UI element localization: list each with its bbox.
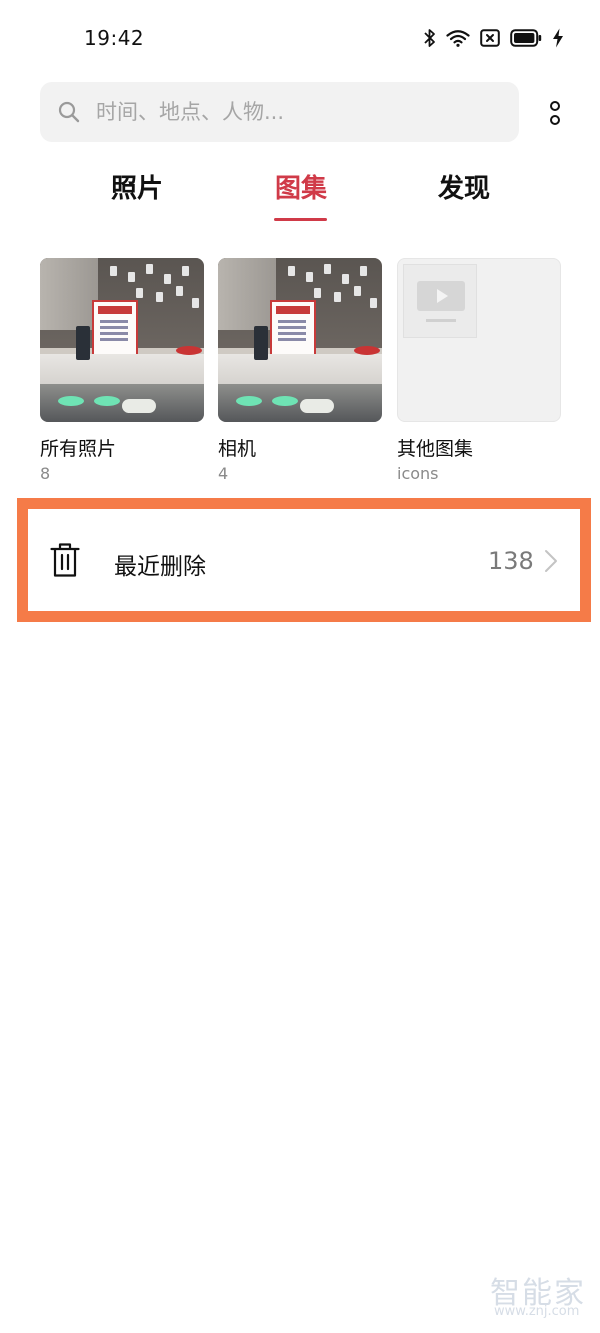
- more-options-button[interactable]: [540, 96, 570, 130]
- album-name: 其他图集: [397, 438, 474, 460]
- album-camera[interactable]: 相机 4: [218, 258, 382, 483]
- wifi-icon: [446, 30, 470, 47]
- status-bar: 19:42: [0, 0, 600, 76]
- album-cover-thumbnail: [40, 258, 204, 422]
- search-bar[interactable]: [40, 82, 519, 142]
- status-icons: [424, 26, 564, 50]
- recently-deleted-label: 最近删除: [114, 554, 206, 580]
- video-placeholder-icon: [403, 264, 477, 338]
- album-all-photos[interactable]: 所有照片 8: [40, 258, 204, 483]
- more-dot-icon: [550, 115, 560, 125]
- album-count: 8: [40, 464, 51, 483]
- search-input[interactable]: [96, 82, 496, 142]
- more-dot-icon: [550, 101, 560, 111]
- album-count: icons: [397, 464, 439, 483]
- tab-photos[interactable]: 照片: [77, 168, 197, 205]
- status-time: 19:42: [84, 26, 145, 50]
- trash-icon: [50, 543, 80, 577]
- album-cover-thumbnail: [397, 258, 561, 422]
- tab-discover[interactable]: 发现: [404, 168, 524, 205]
- recently-deleted-count: 138: [488, 547, 534, 575]
- album-cover-thumbnail: [218, 258, 382, 422]
- tab-albums[interactable]: 图集: [241, 168, 361, 205]
- watermark: 智能家 www.znj.com: [490, 1268, 590, 1328]
- album-name: 所有照片: [40, 438, 117, 460]
- watermark-url: www.znj.com: [494, 1304, 580, 1319]
- battery-icon: [510, 29, 542, 47]
- tab-bar: 照片 图集 发现: [0, 160, 600, 226]
- album-other-albums[interactable]: 其他图集 icons: [397, 258, 561, 483]
- chevron-right-icon: [545, 550, 557, 572]
- sim-blocked-icon: [480, 29, 500, 47]
- bluetooth-icon: [424, 29, 435, 47]
- search-icon: [58, 101, 80, 123]
- recently-deleted-row[interactable]: 最近删除 138: [28, 509, 580, 611]
- album-name: 相机: [218, 438, 257, 460]
- album-count: 4: [218, 464, 229, 483]
- active-tab-indicator: [274, 218, 327, 221]
- charging-icon: [553, 28, 563, 48]
